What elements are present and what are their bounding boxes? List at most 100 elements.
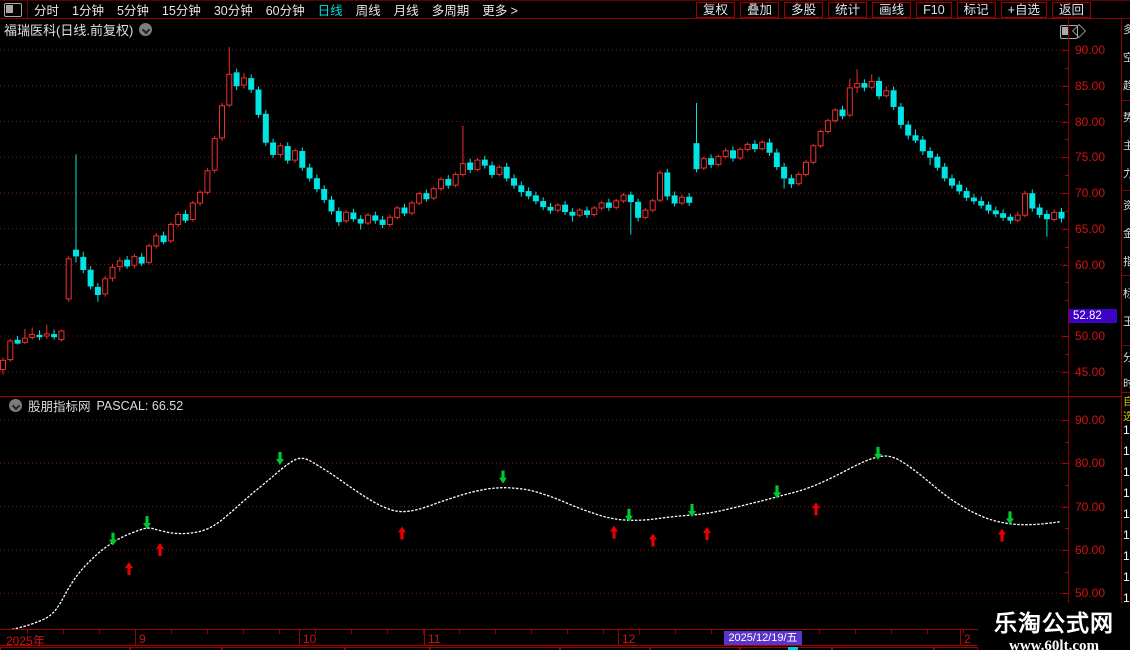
candle-body	[211, 138, 218, 171]
toolbar-button[interactable]: 标记	[956, 2, 996, 18]
period-tab-item[interactable]: 多周期	[432, 0, 470, 19]
sidebar-glyph-fragment: 自	[1123, 396, 1130, 408]
candle-body	[664, 172, 671, 197]
toolbar-button[interactable]: +自选	[1000, 2, 1047, 18]
period-tab-active[interactable]: 日线	[318, 0, 343, 19]
period-tab-item[interactable]: 30分钟	[214, 0, 253, 19]
candle-body	[649, 200, 656, 211]
layout-toggle-icon[interactable]	[4, 2, 22, 17]
candle-body	[65, 258, 72, 300]
candle-body	[343, 211, 350, 222]
candle-body	[737, 148, 744, 159]
candle-body	[255, 89, 262, 115]
candle-body	[532, 195, 539, 202]
candle-body	[58, 330, 65, 341]
candle-body	[759, 141, 766, 150]
axis-tick-label: 75.00	[1075, 150, 1106, 165]
toolbar-button[interactable]: 复权	[696, 2, 736, 18]
candle-body	[1022, 193, 1028, 216]
period-tab-item[interactable]: 60分钟	[266, 0, 305, 19]
period-tab-item[interactable]: 更多 >	[482, 0, 518, 19]
price-axis[interactable]: 90.00 85.00 80.00 75.00 70.00 65.00 60.00 50.00…	[1062, 19, 1122, 646]
candle-body	[416, 193, 423, 204]
date-minor-tick	[675, 630, 676, 634]
buy-arrow-icon	[998, 528, 1007, 542]
candle-body	[87, 269, 94, 287]
date-month-label: 10	[303, 632, 317, 646]
candle-body	[459, 163, 466, 175]
candle-body	[686, 196, 693, 203]
candle-body	[576, 209, 583, 216]
sidebar-number-fragment: 1	[1123, 571, 1130, 583]
candlestick-chart[interactable]	[0, 35, 1066, 385]
candle-body	[846, 87, 853, 116]
candle-body	[335, 211, 342, 223]
indicator-line	[6, 455, 1061, 630]
candle-body	[306, 167, 313, 179]
sidebar-number-fragment: 1	[1123, 508, 1130, 520]
date-month-label: 2	[964, 632, 971, 646]
toolbar-button[interactable]: F10	[916, 2, 952, 18]
candle-body	[423, 193, 430, 200]
axis-tick-label: 60.00	[1075, 257, 1106, 272]
candle-body	[919, 139, 926, 152]
indicator-header: 股朋指标网 PASCAL: 66.52	[3, 398, 183, 414]
candle-body	[43, 333, 50, 337]
sidebar-glyph-fragment: 指	[1123, 256, 1130, 268]
candle-body	[693, 143, 700, 170]
candle-body	[1000, 213, 1007, 218]
candle-body	[175, 213, 182, 225]
candle-body	[116, 260, 123, 268]
period-tab-item[interactable]: 5分钟	[117, 0, 149, 19]
toolbar-button[interactable]: 统计	[828, 2, 868, 18]
sidebar-glyph-fragment: 王	[1123, 316, 1130, 328]
sidebar-glyph-fragment: 力	[1123, 168, 1130, 180]
period-tab-item[interactable]: 1分钟	[72, 0, 104, 19]
date-axis[interactable]: 2025年 9 10 11 12 2 2025/12/19/五	[0, 629, 1122, 648]
period-tab-item[interactable]: 周线	[356, 0, 381, 19]
date-minor-tick	[171, 630, 172, 634]
sidebar-number-fragment: 1	[1123, 466, 1130, 478]
candle-body	[109, 266, 116, 279]
date-minor-tick	[99, 630, 100, 634]
period-tab-item[interactable]: 月线	[394, 0, 419, 19]
candle-body	[233, 72, 240, 87]
date-separator	[424, 630, 425, 645]
axis-tick	[1062, 506, 1069, 508]
toolbar-button[interactable]: 返回	[1051, 2, 1091, 18]
candle-body	[627, 194, 634, 203]
axis-tick	[1065, 484, 1069, 486]
axis-tick	[1062, 336, 1069, 337]
candle-body	[657, 172, 663, 201]
candle-body	[379, 219, 386, 225]
toolbar-button[interactable]: 叠加	[740, 2, 780, 18]
period-tab-item[interactable]: 15分钟	[162, 0, 201, 19]
toolbar-button[interactable]: 画线	[872, 2, 912, 18]
sidebar-divider	[1122, 275, 1130, 276]
axis-tick-label: 45.00	[1075, 364, 1106, 379]
chevron-down-icon[interactable]	[9, 399, 22, 412]
candle-body	[1029, 193, 1036, 209]
date-minor-tick	[243, 630, 244, 634]
candle-body	[569, 211, 576, 216]
candle-body	[321, 188, 328, 200]
candle-body	[562, 204, 569, 213]
candle-body	[146, 245, 152, 263]
candle-body	[365, 214, 371, 224]
panel-separator[interactable]	[0, 396, 1122, 397]
candle-body	[511, 178, 517, 186]
axis-tick	[1062, 50, 1069, 51]
indicator-chart[interactable]	[0, 414, 1066, 630]
candle-body	[803, 161, 809, 175]
period-tab-item[interactable]: 分时	[34, 0, 59, 19]
candle-body	[204, 170, 211, 193]
candle-body	[810, 145, 817, 163]
buy-arrow-icon	[610, 525, 619, 539]
candle-body	[219, 105, 225, 139]
period-tabs: 分时 1分钟 5分钟 15分钟 30分钟 60分钟 日线 周线 月线 多周期 更多 >	[34, 0, 518, 19]
watermark-site-name: 乐淘公式网	[994, 610, 1114, 636]
candle-body	[467, 162, 474, 170]
toolbar-button[interactable]: 多股	[784, 2, 824, 18]
candle-body	[102, 278, 109, 295]
candle-body	[357, 218, 364, 224]
